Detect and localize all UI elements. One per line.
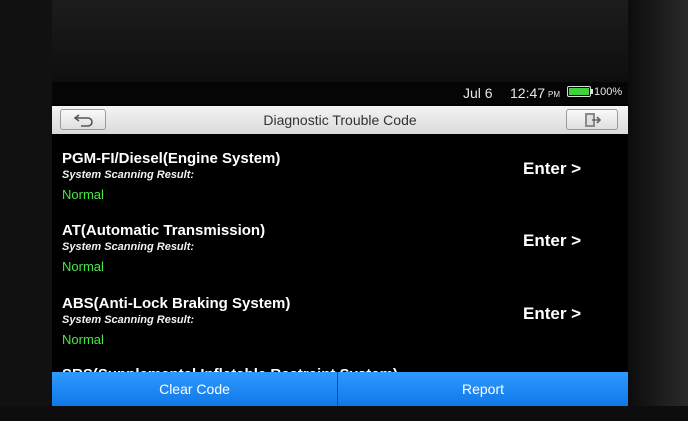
status-time: 12:47 [510, 85, 546, 101]
system-item-abs: ABS(Anti-Lock Braking System) System Sca… [52, 295, 628, 367]
battery-tip [591, 89, 593, 94]
system-item-transmission: AT(Automatic Transmission) System Scanni… [52, 222, 628, 294]
status-date: Jul 6 [463, 85, 493, 101]
exit-button[interactable] [566, 109, 618, 130]
device-bezel-top [0, 0, 688, 82]
enter-button-transmission[interactable]: Enter > [523, 231, 581, 251]
enter-button-engine[interactable]: Enter > [523, 159, 581, 179]
title-bar: Diagnostic Trouble Code [52, 106, 628, 134]
exit-icon [585, 113, 602, 127]
device-bezel-left [0, 0, 52, 421]
enter-button-abs[interactable]: Enter > [523, 304, 581, 324]
scan-status: Normal [62, 259, 104, 274]
scan-status: Normal [62, 187, 104, 202]
device-bezel-bottom [0, 406, 688, 421]
status-ampm: PM [548, 90, 560, 99]
scan-result-label: System Scanning Result: [62, 241, 195, 253]
battery-icon [567, 86, 591, 97]
status-bar: Jul 6 12:47 PM 100% [52, 82, 628, 104]
action-bar: Clear Code Report [52, 372, 628, 406]
device-bezel-right [628, 0, 688, 421]
scan-result-label: System Scanning Result: [62, 314, 195, 326]
battery-percent: 100% [594, 86, 623, 98]
system-item-engine: PGM-FI/Diesel(Engine System) System Scan… [52, 150, 628, 222]
system-name: PGM-FI/Diesel(Engine System) [62, 150, 281, 167]
scan-status: Normal [62, 332, 104, 347]
system-name: ABS(Anti-Lock Braking System) [62, 295, 291, 312]
report-button[interactable]: Report [338, 372, 628, 406]
device-screen: Jul 6 12:47 PM 100% Diagnostic Trouble C… [52, 82, 628, 406]
scan-result-label: System Scanning Result: [62, 169, 195, 181]
battery-fill [569, 88, 589, 95]
system-name: AT(Automatic Transmission) [62, 222, 266, 239]
page-title: Diagnostic Trouble Code [263, 112, 417, 128]
clear-code-button[interactable]: Clear Code [52, 372, 337, 406]
